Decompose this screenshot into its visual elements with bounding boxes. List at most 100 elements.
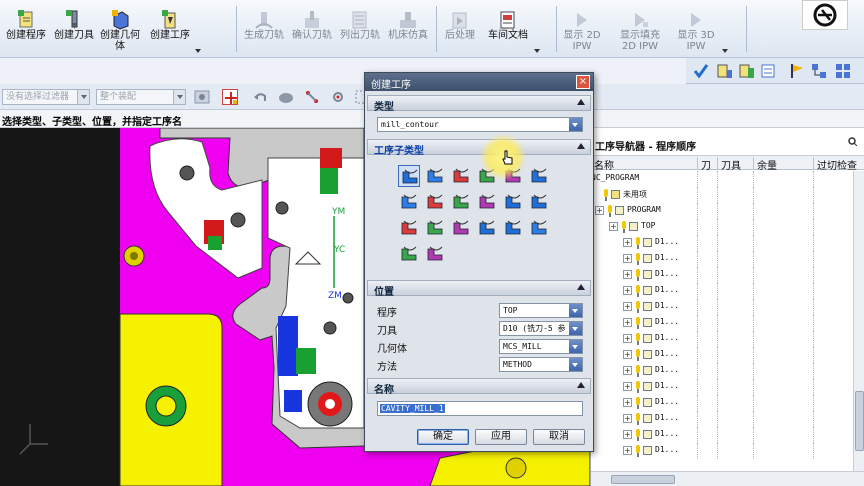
snap-point-icon[interactable] [222, 89, 238, 105]
expand-icon[interactable]: + [623, 254, 632, 263]
postprocess-button[interactable]: 后处理 [440, 10, 480, 54]
flowcut-multiple-icon[interactable] [424, 217, 446, 239]
operation-row[interactable]: + D1... [591, 315, 853, 331]
create-tool-button[interactable]: 创建刀具 [52, 10, 96, 54]
operation-row[interactable]: + D1... [591, 395, 853, 411]
expand-icon[interactable]: + [623, 414, 632, 423]
horizontal-scrollbar[interactable] [591, 471, 864, 486]
pin-icon[interactable] [847, 136, 857, 146]
contour-area-steep-icon[interactable] [528, 191, 550, 213]
flowcut-smooth-icon[interactable] [476, 217, 498, 239]
tree-node-row[interactable]: + TOP [591, 219, 853, 235]
apply-button[interactable]: 应用 [475, 429, 527, 445]
expand-icon[interactable]: + [623, 334, 632, 343]
tool-dropdown[interactable]: D10 (铣刀-5 参 [499, 321, 583, 336]
expand-icon[interactable]: + [623, 382, 632, 391]
method-dropdown[interactable]: METHOD [499, 357, 583, 372]
expand-icon[interactable]: + [595, 206, 604, 215]
plunge-mill-icon[interactable] [424, 165, 446, 187]
operation-row[interactable]: + D1... [591, 251, 853, 267]
operation-row[interactable]: + D1... [591, 379, 853, 395]
column-tool-change[interactable]: 刀 [697, 157, 711, 172]
section-subtype-header[interactable]: 工序子类型 [367, 139, 591, 157]
tree-node-row[interactable]: + PROGRAM [591, 203, 853, 219]
create-program-button[interactable]: 创建程序 [4, 10, 48, 54]
display-fill-2d-ipw-button[interactable]: 显示填充 2D IPW [614, 10, 666, 54]
scrollbar-thumb[interactable] [855, 391, 864, 451]
display-3d-ipw-button[interactable]: 显示 3D IPW [676, 10, 716, 54]
expand-icon[interactable]: + [623, 446, 632, 455]
operation-geometry-icon[interactable] [738, 62, 756, 80]
expand-icon[interactable]: + [623, 286, 632, 295]
contour-surface-icon[interactable] [450, 191, 472, 213]
generate-toolpath-button[interactable]: 生成刀轨 [242, 10, 286, 54]
shop-documentation-button[interactable]: 车间文档 [486, 10, 530, 54]
grid-view-icon[interactable] [834, 62, 852, 80]
contour-area-nonsteep-icon[interactable] [502, 191, 524, 213]
type-dropdown[interactable]: mill_contour [377, 117, 583, 132]
operation-row[interactable]: + D1... [591, 283, 853, 299]
operation-name-input[interactable]: CAVITY_MILL_1 [377, 401, 583, 416]
create-geometry-button[interactable]: 创建几何 体 [100, 10, 140, 54]
expand-icon[interactable]: + [623, 350, 632, 359]
fixed-contour-icon[interactable] [398, 191, 420, 213]
geometry-dropdown[interactable]: MCS_MILL [499, 339, 583, 354]
undo-arrow-icon[interactable] [252, 89, 268, 105]
operation-method-icon[interactable] [760, 62, 778, 80]
list-toolpath-button[interactable]: 列出刀轨 [338, 10, 382, 54]
chevron-down-icon[interactable] [195, 49, 201, 53]
scrollbar-thumb[interactable] [611, 475, 675, 484]
operation-row[interactable]: + D1... [591, 347, 853, 363]
mill-user-icon[interactable] [398, 243, 420, 265]
mill-control-icon[interactable] [424, 243, 446, 265]
assembly-scope-dropdown[interactable]: 整个装配 [96, 89, 186, 105]
machine-simulation-button[interactable]: 机床仿真 [386, 10, 430, 54]
program-dropdown[interactable]: TOP [499, 303, 583, 318]
checkmark-icon[interactable] [692, 62, 710, 80]
expand-icon[interactable]: + [623, 318, 632, 327]
section-location-header[interactable]: 位置 [367, 280, 591, 298]
section-name-header[interactable]: 名称 [367, 378, 591, 396]
operation-row[interactable]: + D1... [591, 427, 853, 443]
ok-button[interactable]: 确定 [417, 429, 469, 445]
expand-icon[interactable]: + [623, 302, 632, 311]
flowcut-ref-tool-icon[interactable] [450, 217, 472, 239]
filter-icon[interactable] [194, 89, 210, 105]
operation-row[interactable]: + D1... [591, 267, 853, 283]
operation-row[interactable]: + D1... [591, 363, 853, 379]
streamline-icon[interactable] [476, 191, 498, 213]
expand-icon[interactable]: + [623, 366, 632, 375]
point-select-icon[interactable] [330, 89, 346, 105]
operation-row[interactable]: + D1... [591, 235, 853, 251]
close-button[interactable]: × [576, 75, 590, 89]
expand-icon[interactable]: + [609, 222, 618, 231]
edge-select-icon[interactable] [304, 89, 320, 105]
column-tool[interactable]: 刀具 [717, 157, 741, 172]
column-gouge-check[interactable]: 过切检查 [813, 157, 857, 172]
solid-body-icon[interactable] [278, 89, 294, 105]
operation-row[interactable]: + D1... [591, 299, 853, 315]
operation-row[interactable]: + D1... [591, 443, 853, 459]
selection-filter-dropdown[interactable]: 没有选择过滤器 [2, 89, 90, 105]
operation-tool-icon[interactable] [716, 62, 734, 80]
section-type-header[interactable]: 类型 [367, 95, 591, 113]
cancel-button[interactable]: 取消 [533, 429, 585, 445]
tree-view-icon[interactable] [810, 62, 828, 80]
tree-node-row[interactable]: NC_PROGRAM [591, 171, 853, 187]
expand-icon[interactable]: + [623, 430, 632, 439]
expand-icon[interactable]: + [623, 238, 632, 247]
flowcut-single-icon[interactable] [398, 217, 420, 239]
corner-rough-icon[interactable] [450, 165, 472, 187]
display-2d-ipw-button[interactable]: 显示 2D IPW [562, 10, 602, 54]
contour-area-icon[interactable] [424, 191, 446, 213]
column-stock[interactable]: 余量 [753, 157, 777, 172]
expand-icon[interactable]: + [623, 398, 632, 407]
create-operation-button[interactable]: 创建工序 [148, 10, 192, 54]
operation-row[interactable]: + D1... [591, 331, 853, 347]
chevron-down-icon[interactable] [722, 49, 728, 53]
dialog-title-bar[interactable]: 创建工序 × [365, 73, 593, 91]
solid-profile-3d-icon[interactable] [502, 217, 524, 239]
verify-toolpath-button[interactable]: 确认刀轨 [290, 10, 334, 54]
vertical-scrollbar[interactable] [853, 171, 864, 471]
tree-node-row[interactable]: 未用项 [591, 187, 853, 203]
